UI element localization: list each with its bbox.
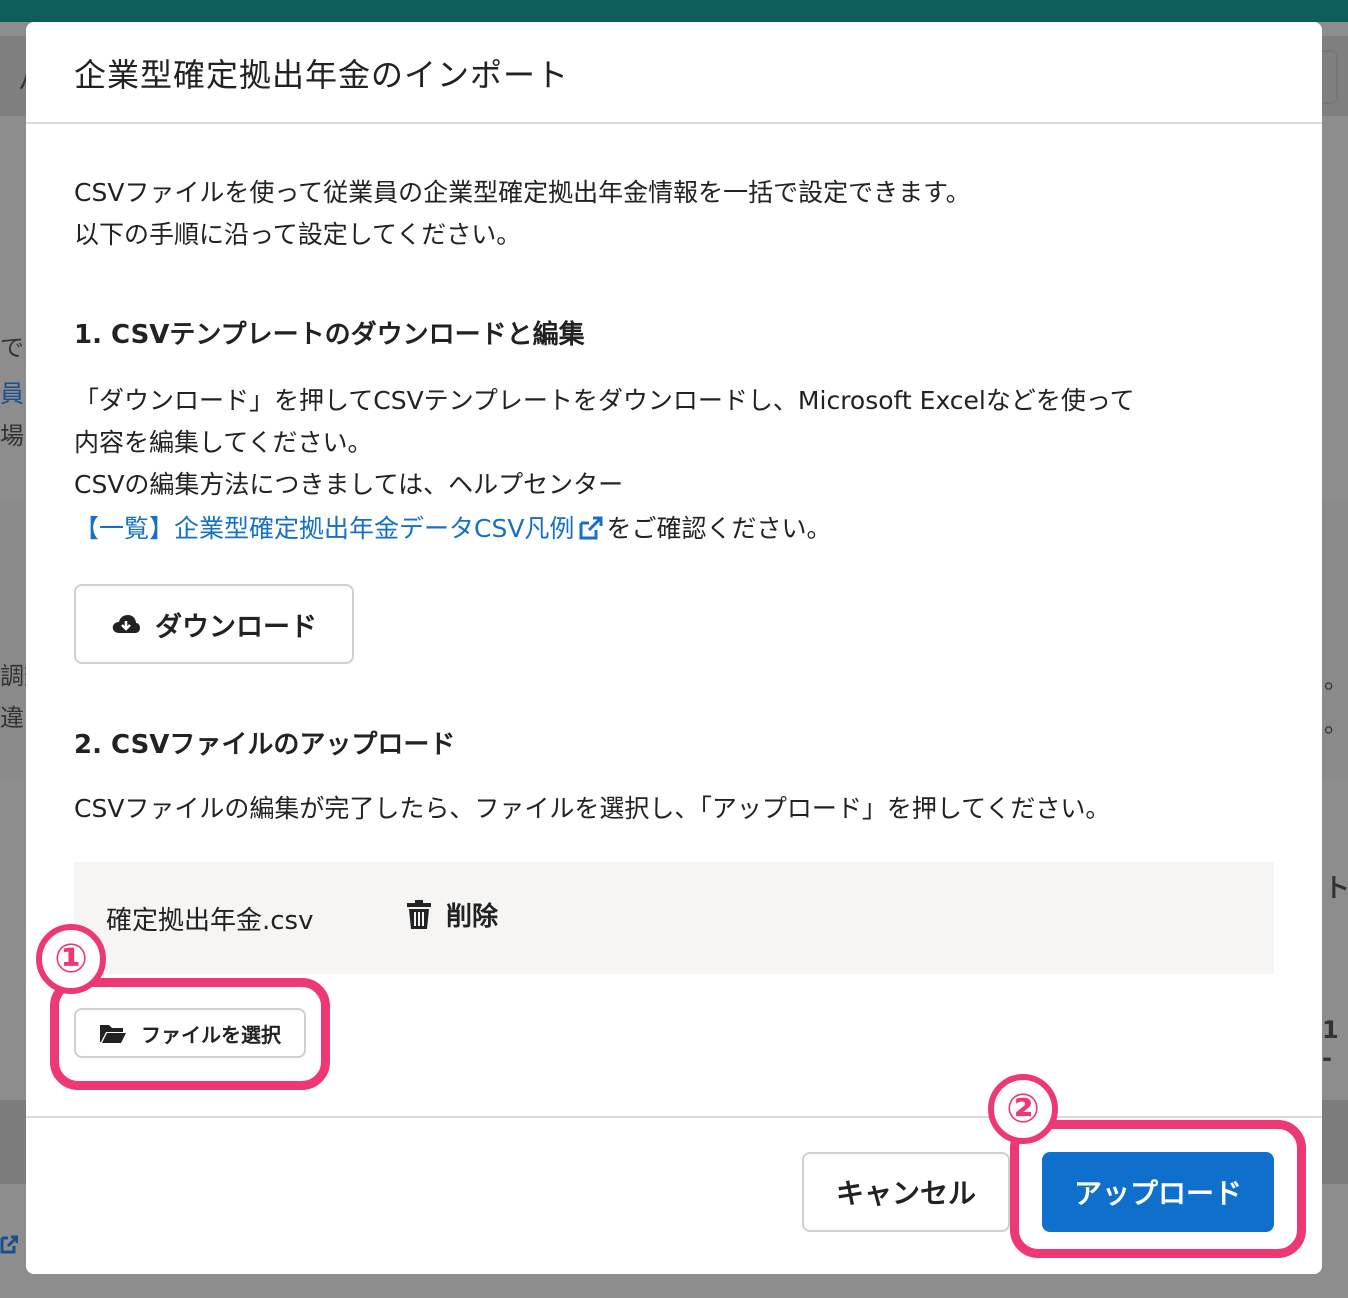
step1-help-line: 【一覧】企業型確定拠出年金データCSV凡例 をご確認ください。 <box>74 508 831 550</box>
step1-text-line1: 「ダウンロード」を押してCSVテンプレートをダウンロードし、Microsoft … <box>74 386 1135 415</box>
cancel-button[interactable]: キャンセル <box>802 1152 1010 1232</box>
background-text: 1 - <box>1322 1016 1339 1072</box>
app-top-bar <box>0 0 1348 22</box>
background-text: で <box>0 334 24 362</box>
external-link-icon[interactable] <box>578 515 604 541</box>
background-text: ト <box>1324 874 1348 904</box>
intro-text-line1: CSVファイルを使って従業員の企業型確定拠出年金情報を一括で設定できます。 <box>74 178 971 207</box>
delete-file-button[interactable]: 削除 <box>406 896 498 933</box>
callout-number-2: ② <box>988 1074 1058 1144</box>
background-link: 員 <box>0 380 24 408</box>
selected-file-area: 確定拠出年金.csv 削除 <box>74 862 1274 974</box>
selected-file-name: 確定拠出年金.csv <box>106 906 314 936</box>
modal-footer-divider <box>26 1116 1322 1118</box>
trash-icon <box>407 899 431 929</box>
modal-title: 企業型確定拠出年金のインポート <box>74 56 570 94</box>
cancel-button-label: キャンセル <box>835 1177 976 1210</box>
download-button-label: ダウンロード <box>155 611 317 643</box>
intro-text-line2: 以下の手順に沿って設定してください。 <box>74 220 522 249</box>
step2-text: CSVファイルの編集が完了したら、ファイルを選択し、「アップロード」を押してくだ… <box>74 794 1111 823</box>
background-external-link-icon <box>0 1235 18 1254</box>
background-text: 違 <box>0 704 24 732</box>
download-button[interactable]: ダウンロード <box>74 584 354 664</box>
step1-text-line2: 内容を編集してください。 <box>74 428 373 457</box>
delete-file-label: 削除 <box>446 902 499 932</box>
help-center-link[interactable]: 【一覧】企業型確定拠出年金データCSV凡例 <box>74 514 574 543</box>
background-text: 場 <box>0 422 24 450</box>
cloud-download-icon <box>112 615 140 633</box>
background-text: 。 <box>1324 666 1348 694</box>
step1-text-line3: CSVの編集方法につきましては、ヘルプセンター <box>74 470 624 499</box>
step2-heading: 2. CSVファイルのアップロード <box>74 730 456 760</box>
step1-heading: 1. CSVテンプレートのダウンロードと編集 <box>74 320 585 350</box>
help-line-suffix: をご確認ください。 <box>606 514 832 543</box>
background-text: 。 <box>1324 710 1348 738</box>
callout-highlight-select-file <box>50 978 330 1090</box>
callout-number-1: ① <box>36 924 106 994</box>
callout-highlight-upload <box>1010 1120 1306 1258</box>
modal-header: 企業型確定拠出年金のインポート <box>26 22 1322 124</box>
